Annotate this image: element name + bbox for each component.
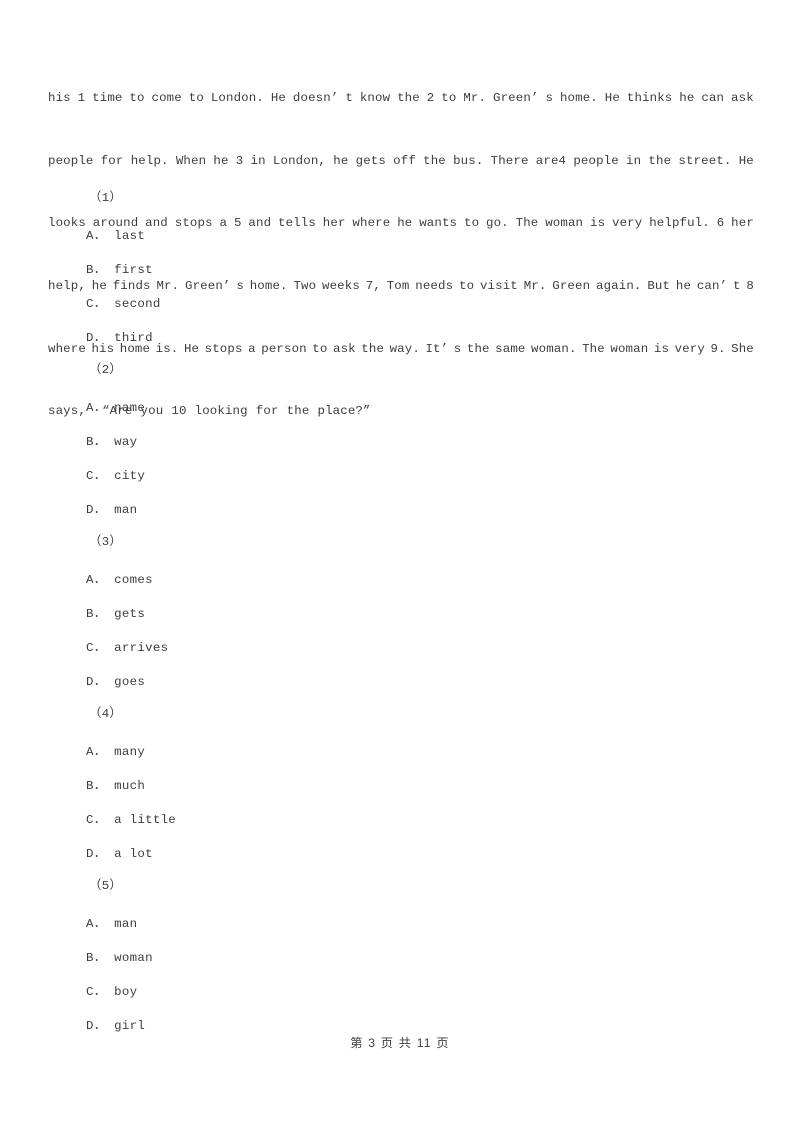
option-c[interactable]: C． second xyxy=(86,296,746,313)
question-item: （3） A． comes B． gets C． arrives D． goes xyxy=(86,534,746,691)
option-b[interactable]: B． gets xyxy=(86,606,746,623)
question-item: （5） A． man B． woman C． boy D． girl xyxy=(86,878,746,1035)
option-d[interactable]: D． goes xyxy=(86,674,746,691)
passage-line: his 1 time to come to London. He doesn’ t know the 2… xyxy=(48,90,754,105)
option-b[interactable]: B． much xyxy=(86,778,746,795)
option-c[interactable]: C． city xyxy=(86,468,746,485)
option-a[interactable]: A． man xyxy=(86,916,746,933)
question-item: （1） A． last B． first C． second D． third xyxy=(86,190,746,347)
option-b[interactable]: B． way xyxy=(86,434,746,451)
question-number: （2） xyxy=(89,363,123,377)
option-a[interactable]: A． last xyxy=(86,228,746,245)
option-b[interactable]: B． first xyxy=(86,262,746,279)
question-item: （2） A． name B． way C． city D． man xyxy=(86,362,746,519)
option-a[interactable]: A． many xyxy=(86,744,746,761)
option-a[interactable]: A． comes xyxy=(86,572,746,589)
document-page: his 1 time to come to London. He doesn’ t know the 2… xyxy=(0,0,800,1132)
option-c[interactable]: C． a little xyxy=(86,812,746,829)
option-a[interactable]: A． name xyxy=(86,400,746,417)
page-footer: 第 3 页 共 11 页 xyxy=(350,1036,450,1050)
question-number: （5） xyxy=(89,879,123,893)
option-b[interactable]: B． woman xyxy=(86,950,746,967)
question-item: （4） A． many B． much C． a little D． a lot xyxy=(86,706,746,863)
passage-line: people for help. When he 3 in London, he gets off t… xyxy=(48,153,754,168)
question-number: （4） xyxy=(89,707,123,721)
question-number: （3） xyxy=(89,535,123,549)
option-d[interactable]: D． a lot xyxy=(86,846,746,863)
option-c[interactable]: C． arrives xyxy=(86,640,746,657)
option-d[interactable]: D． man xyxy=(86,502,746,519)
option-c[interactable]: C． boy xyxy=(86,984,746,1001)
question-number: （1） xyxy=(89,191,123,205)
option-d[interactable]: D． third xyxy=(86,330,746,347)
option-d[interactable]: D． girl xyxy=(86,1018,746,1035)
